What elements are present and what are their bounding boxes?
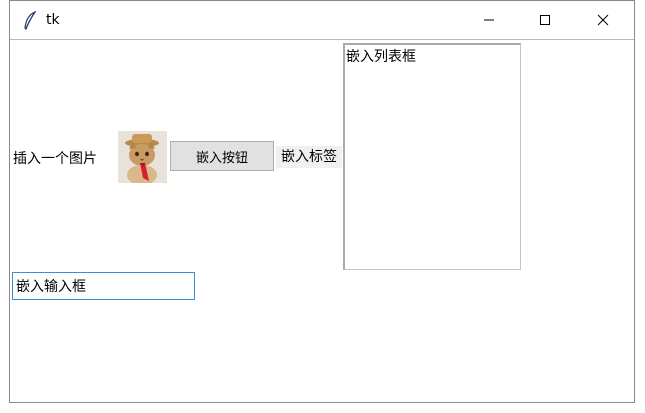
list-item[interactable]: 嵌入列表框 bbox=[345, 45, 520, 67]
insert-image-label: 插入一个图片 bbox=[13, 151, 97, 167]
minimize-icon bbox=[484, 19, 494, 21]
maximize-icon bbox=[540, 15, 550, 25]
embedded-button[interactable]: 嵌入按钮 bbox=[170, 141, 274, 171]
embedded-entry[interactable] bbox=[12, 272, 195, 300]
minimize-button[interactable] bbox=[466, 1, 512, 39]
client-area: 插入一个图片 嵌入按钮 嵌入标签 嵌入列表框 嵌入输入框 bbox=[10, 40, 634, 402]
close-icon bbox=[597, 14, 609, 26]
cat-image bbox=[118, 131, 167, 183]
embedded-listbox[interactable]: 嵌入列表框 bbox=[343, 43, 521, 270]
title-bar[interactable]: tk bbox=[10, 1, 634, 40]
embedded-label: 嵌入标签 bbox=[276, 146, 342, 168]
close-button[interactable] bbox=[580, 1, 626, 39]
feather-icon bbox=[24, 11, 37, 31]
maximize-button[interactable] bbox=[522, 1, 568, 39]
tk-window: tk 插入一个图片 嵌入按钮 嵌入标签 嵌入列表框 嵌入输入框 bbox=[9, 0, 635, 403]
window-title: tk bbox=[46, 12, 60, 28]
